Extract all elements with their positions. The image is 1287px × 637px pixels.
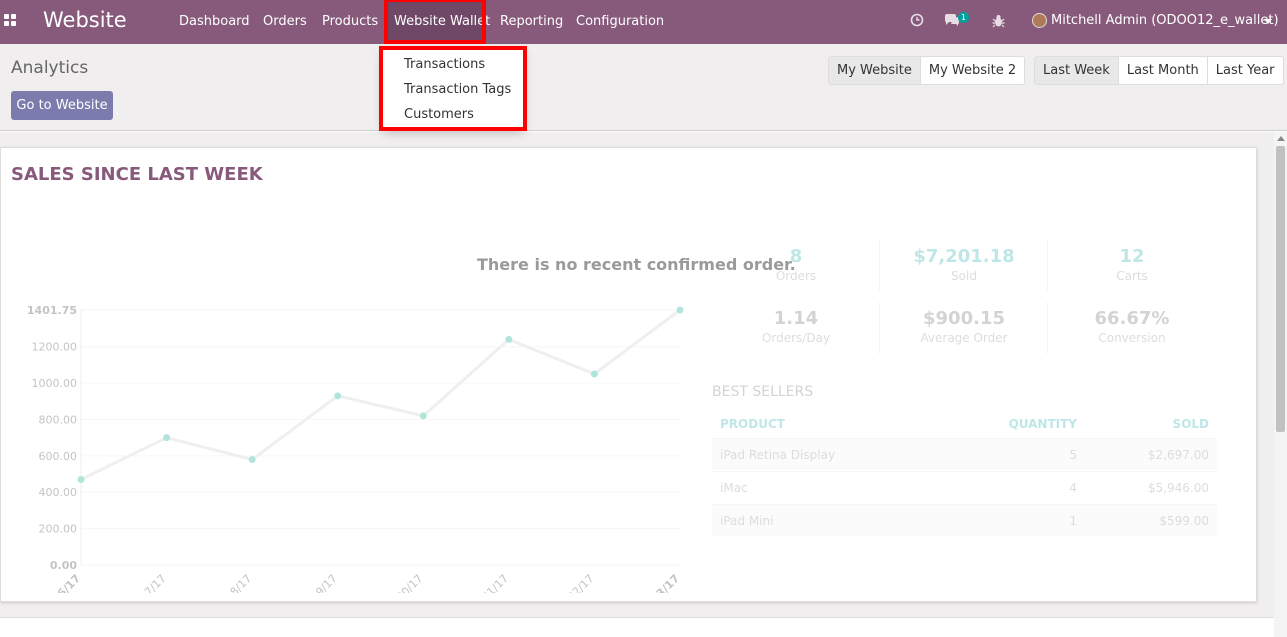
bug-icon[interactable] xyxy=(992,14,1005,28)
scroll-thumb[interactable] xyxy=(1276,146,1285,432)
menu-orders[interactable]: Orders xyxy=(253,0,317,44)
stat-divider xyxy=(1047,302,1048,354)
cell-product: iPad Retina Display xyxy=(720,448,836,462)
column-header-quantity: QUANTITY xyxy=(1008,417,1077,431)
stat-value: 66.67% xyxy=(1094,308,1170,329)
data-point xyxy=(77,475,85,483)
stat-label: Carts xyxy=(1116,269,1148,283)
dashboard-card: SALES SINCE LAST WEEK 0.00 200.00 400.00 60… xyxy=(0,147,1257,602)
x-tick-label: 02/17/17 xyxy=(125,572,169,593)
stat-label: Orders/Day xyxy=(761,331,831,345)
cell-quantity: 5 xyxy=(1069,448,1077,462)
apps-icon[interactable] xyxy=(4,14,18,28)
stat-label: Average Order xyxy=(920,331,1008,345)
y-tick-label: 600.00 xyxy=(39,450,78,463)
go-to-website-button[interactable]: Go to Website xyxy=(11,91,113,120)
stat-label: Sold xyxy=(951,269,977,283)
stat-average-order: $900.15 Average Order xyxy=(880,308,1048,345)
caret-down-icon[interactable] xyxy=(1264,19,1272,24)
breadcrumb: Analytics xyxy=(11,58,89,78)
scroll-up-arrow-icon[interactable] xyxy=(1277,136,1285,141)
menu-dashboard[interactable]: Dashboard xyxy=(169,0,260,44)
filter-last-month[interactable]: Last Month xyxy=(1117,57,1207,84)
app-brand: Website xyxy=(43,8,127,32)
stat-value: $900.15 xyxy=(923,308,1005,329)
data-point xyxy=(334,392,342,400)
stat-value: $7,201.18 xyxy=(913,246,1015,267)
menu-reporting[interactable]: Reporting xyxy=(490,0,573,44)
x-tick-label: 02/20/17 xyxy=(381,572,425,593)
cell-sold: $599.00 xyxy=(1159,514,1209,528)
data-point xyxy=(676,306,684,314)
avatar[interactable] xyxy=(1032,13,1047,28)
stat-sold: $7,201.18 Sold xyxy=(880,246,1048,283)
best-sellers: BEST SELLERS PRODUCT QUANTITY SOLD iPad … xyxy=(712,384,1217,536)
cell-sold: $2,697.00 xyxy=(1147,448,1209,462)
table-row[interactable]: iPad Mini 1 $599.00 xyxy=(712,504,1217,536)
stat-conversion: 66.67% Conversion xyxy=(1048,308,1216,345)
data-point xyxy=(419,412,427,420)
menu-configuration[interactable]: Configuration xyxy=(566,0,674,44)
chat-badge: 1 xyxy=(958,12,970,23)
table-row[interactable]: iMac 4 $5,946.00 xyxy=(712,471,1217,503)
period-filter-group: Last Week Last Month Last Year xyxy=(1034,56,1284,85)
y-tick-label: 1401.75 xyxy=(27,304,77,317)
bottom-strip xyxy=(0,617,1274,637)
stat-value: 12 xyxy=(1119,246,1145,267)
stat-label: Conversion xyxy=(1098,331,1166,345)
y-tick-label: 800.00 xyxy=(39,413,78,426)
filter-last-week[interactable]: Last Week xyxy=(1035,57,1118,84)
data-point xyxy=(590,370,598,378)
y-tick-label: 200.00 xyxy=(39,523,78,536)
dashboard-title: SALES SINCE LAST WEEK xyxy=(11,164,263,185)
vertical-scrollbar[interactable] xyxy=(1274,132,1287,637)
cell-quantity: 4 xyxy=(1069,481,1077,495)
empty-message: There is no recent confirmed order. xyxy=(477,255,796,274)
highlight-box-dropdown xyxy=(379,46,527,131)
menu-products[interactable]: Products xyxy=(312,0,388,44)
data-point xyxy=(163,434,171,442)
cell-quantity: 1 xyxy=(1069,514,1077,528)
x-tick-label: 02/16/17 xyxy=(36,572,83,593)
table-row[interactable]: iPad Retina Display 5 $2,697.00 xyxy=(712,438,1217,470)
stat-divider xyxy=(1047,240,1048,292)
data-point xyxy=(248,455,256,463)
column-header-sold: SOLD xyxy=(1172,417,1209,431)
x-tick-label: 02/21/17 xyxy=(467,572,511,593)
cell-product: iMac xyxy=(720,481,748,495)
stat-value: 1.14 xyxy=(773,308,819,329)
filter-last-year[interactable]: Last Year xyxy=(1206,57,1283,84)
cell-sold: $5,946.00 xyxy=(1147,481,1209,495)
column-header-product: PRODUCT xyxy=(720,417,785,431)
filter-my-website-2[interactable]: My Website 2 xyxy=(919,57,1024,84)
series-line xyxy=(80,308,681,481)
best-sellers-title: BEST SELLERS xyxy=(712,384,814,400)
stat-orders-per-day: 1.14 Orders/Day xyxy=(712,308,880,345)
highlight-box-menu xyxy=(384,0,486,44)
y-tick-label: 400.00 xyxy=(39,486,78,499)
sales-line-chart: 0.00 200.00 400.00 600.00 800.00 1000.00 1200.… xyxy=(27,304,684,593)
stat-divider xyxy=(879,240,880,292)
y-tick-label: 1200.00 xyxy=(32,341,78,354)
data-point xyxy=(505,335,513,343)
y-tick-label: 0.00 xyxy=(50,559,77,572)
cell-product: iPad Mini xyxy=(720,514,774,528)
x-tick-label: 02/22/17 xyxy=(552,572,596,593)
stat-divider xyxy=(879,302,880,354)
website-filter-group: My Website My Website 2 xyxy=(828,56,1026,85)
x-tick-label: 02/18/17 xyxy=(210,572,254,593)
y-tick-label: 1000.00 xyxy=(32,377,78,390)
top-navbar: Website Dashboard Orders Products Websit… xyxy=(0,0,1287,44)
stat-carts: 12 Carts xyxy=(1048,246,1216,283)
x-tick-label: 02/23/17 xyxy=(635,572,682,593)
table-header: PRODUCT QUANTITY SOLD xyxy=(712,414,1217,438)
filter-my-website[interactable]: My Website xyxy=(829,57,920,84)
x-tick-label: 02/19/17 xyxy=(296,572,340,593)
user-menu[interactable]: Mitchell Admin (ODOO12_e_wallet) xyxy=(1051,13,1279,28)
control-panel: Analytics Go to Website My Website My We… xyxy=(0,44,1287,131)
clock-icon[interactable] xyxy=(910,13,924,27)
